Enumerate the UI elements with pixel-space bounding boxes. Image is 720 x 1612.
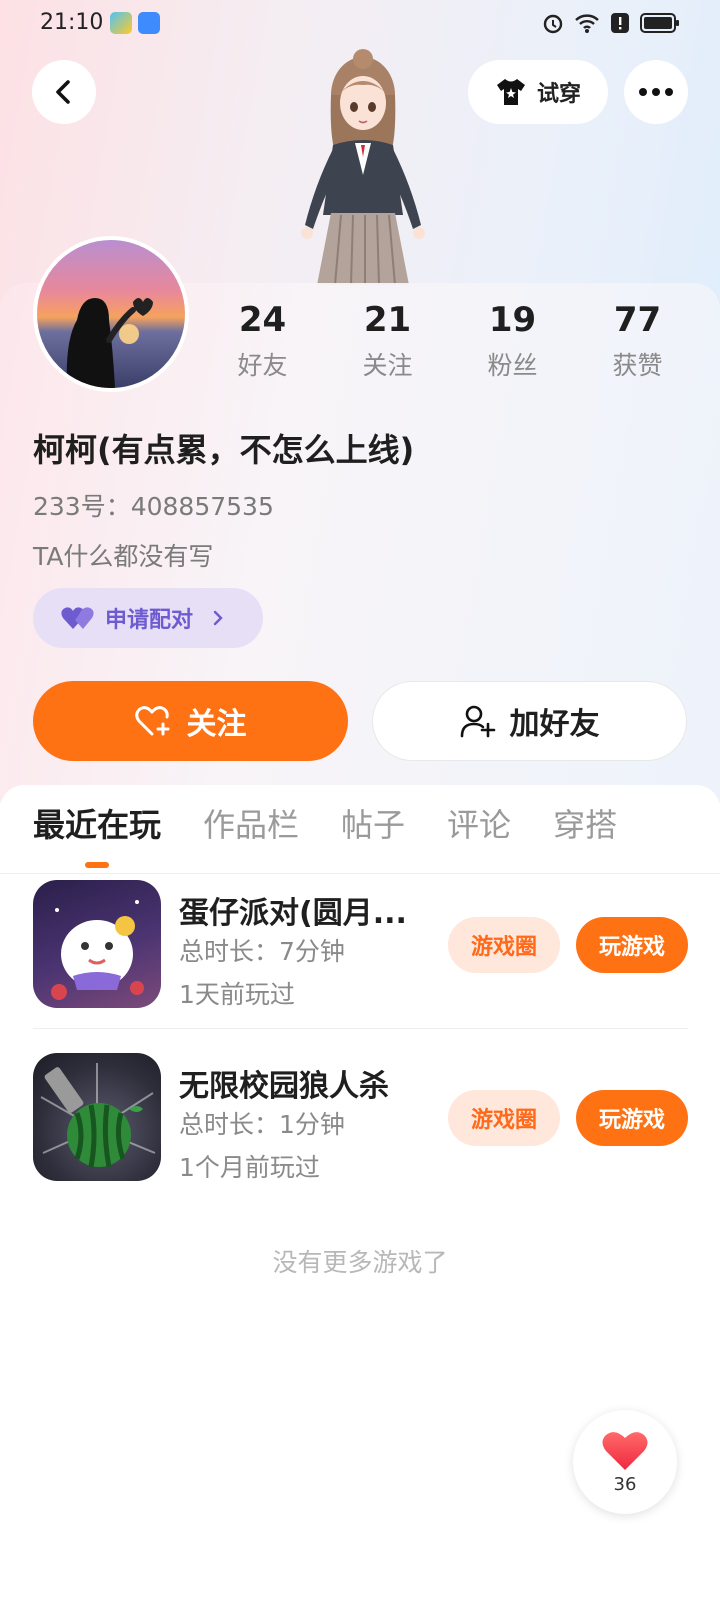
tab-posts[interactable]: 帖子 bbox=[341, 800, 405, 868]
profile-bio: TA什么都没有写 bbox=[33, 542, 214, 571]
store-notification-icon bbox=[138, 12, 160, 34]
alert-icon bbox=[610, 12, 630, 38]
more-button[interactable] bbox=[624, 60, 688, 124]
add-friend-label: 加好友 bbox=[509, 707, 600, 742]
game-icon-werewolf[interactable] bbox=[33, 1053, 161, 1181]
avatar-3d-figure bbox=[275, 45, 450, 286]
stat-likes[interactable]: 77 获赞 bbox=[575, 300, 700, 382]
system-icons bbox=[542, 12, 680, 38]
stat-value: 21 bbox=[363, 300, 412, 340]
tab-recently-played[interactable]: 最近在玩 bbox=[33, 800, 161, 868]
game-title: 无限校园狼人杀 bbox=[179, 1069, 389, 1104]
try-on-label: 试穿 bbox=[536, 82, 581, 107]
stat-label: 关注 bbox=[362, 351, 413, 380]
like-count: 36 bbox=[613, 1473, 637, 1495]
tab-works[interactable]: 作品栏 bbox=[203, 800, 299, 868]
game-circle-button[interactable]: 游戏圈 bbox=[448, 917, 560, 973]
tab-comments[interactable]: 评论 bbox=[447, 800, 511, 868]
stat-friends[interactable]: 24 好友 bbox=[200, 300, 325, 382]
notification-icons bbox=[110, 12, 160, 34]
tab-outfits[interactable]: 穿搭 bbox=[553, 800, 617, 868]
stat-label: 好友 bbox=[237, 351, 288, 380]
status-time: 21:10 bbox=[40, 10, 104, 35]
profile-tabs: 最近在玩 作品栏 帖子 评论 穿搭 bbox=[33, 800, 617, 868]
profile-name: 柯柯(有点累，不怎么上线) bbox=[33, 431, 415, 469]
follow-button[interactable]: 关注 bbox=[33, 681, 348, 761]
game-last-played: 1个月前玩过 bbox=[179, 1153, 320, 1182]
stat-following[interactable]: 21 关注 bbox=[325, 300, 450, 382]
stat-value: 19 bbox=[488, 300, 537, 340]
follow-label: 关注 bbox=[186, 707, 247, 742]
avatar[interactable] bbox=[33, 236, 189, 392]
game-icon-eggy-party[interactable] bbox=[33, 880, 161, 1008]
try-on-button[interactable]: 试穿 bbox=[468, 60, 608, 124]
list-divider bbox=[33, 1028, 688, 1029]
heart-plus-icon bbox=[134, 706, 169, 736]
game-duration: 总时长：7分钟 bbox=[179, 937, 345, 966]
profile-stats: 24 好友 21 关注 19 粉丝 77 获赞 bbox=[200, 300, 700, 382]
more-dots-icon bbox=[639, 88, 673, 96]
battery-icon bbox=[640, 12, 680, 38]
heart-icon bbox=[602, 1431, 648, 1470]
chevron-left-icon bbox=[56, 80, 70, 104]
apply-pair-label: 申请配对 bbox=[105, 608, 194, 633]
play-game-button[interactable]: 玩游戏 bbox=[576, 1090, 688, 1146]
game-circle-button[interactable]: 游戏圈 bbox=[448, 1090, 560, 1146]
tshirt-icon bbox=[496, 79, 525, 105]
back-button[interactable] bbox=[32, 60, 96, 124]
pair-hearts-icon bbox=[61, 607, 94, 629]
list-item[interactable]: 无限校园狼人杀 总时长：1分钟 1个月前玩过 游戏圈 玩游戏 bbox=[33, 1053, 688, 1183]
game-title: 蛋仔派对(圆月... bbox=[179, 896, 407, 931]
status-bar: 21:10 bbox=[0, 0, 720, 48]
chevron-right-icon bbox=[213, 610, 223, 626]
tabs-divider bbox=[0, 873, 720, 874]
game-duration: 总时长：1分钟 bbox=[179, 1110, 345, 1139]
stat-value: 77 bbox=[613, 300, 662, 340]
play-game-button[interactable]: 玩游戏 bbox=[576, 917, 688, 973]
add-user-icon bbox=[460, 705, 495, 738]
like-button[interactable]: 36 bbox=[573, 1410, 677, 1514]
stat-value: 24 bbox=[238, 300, 287, 340]
list-item[interactable]: 蛋仔派对(圆月... 总时长：7分钟 1天前玩过 游戏圈 玩游戏 bbox=[33, 880, 688, 1010]
game-last-played: 1天前玩过 bbox=[179, 980, 295, 1009]
stat-label: 粉丝 bbox=[487, 351, 538, 380]
stat-fans[interactable]: 19 粉丝 bbox=[450, 300, 575, 382]
add-friend-button[interactable]: 加好友 bbox=[372, 681, 687, 761]
profile-uid: 233号：408857535 bbox=[33, 492, 274, 521]
wifi-icon bbox=[574, 12, 600, 38]
alarm-icon bbox=[542, 12, 564, 38]
stat-label: 获赞 bbox=[612, 351, 663, 380]
no-more-games-text: 没有更多游戏了 bbox=[272, 1248, 448, 1277]
apply-pair-button[interactable]: 申请配对 bbox=[33, 588, 263, 648]
app-notification-icon bbox=[110, 12, 132, 34]
